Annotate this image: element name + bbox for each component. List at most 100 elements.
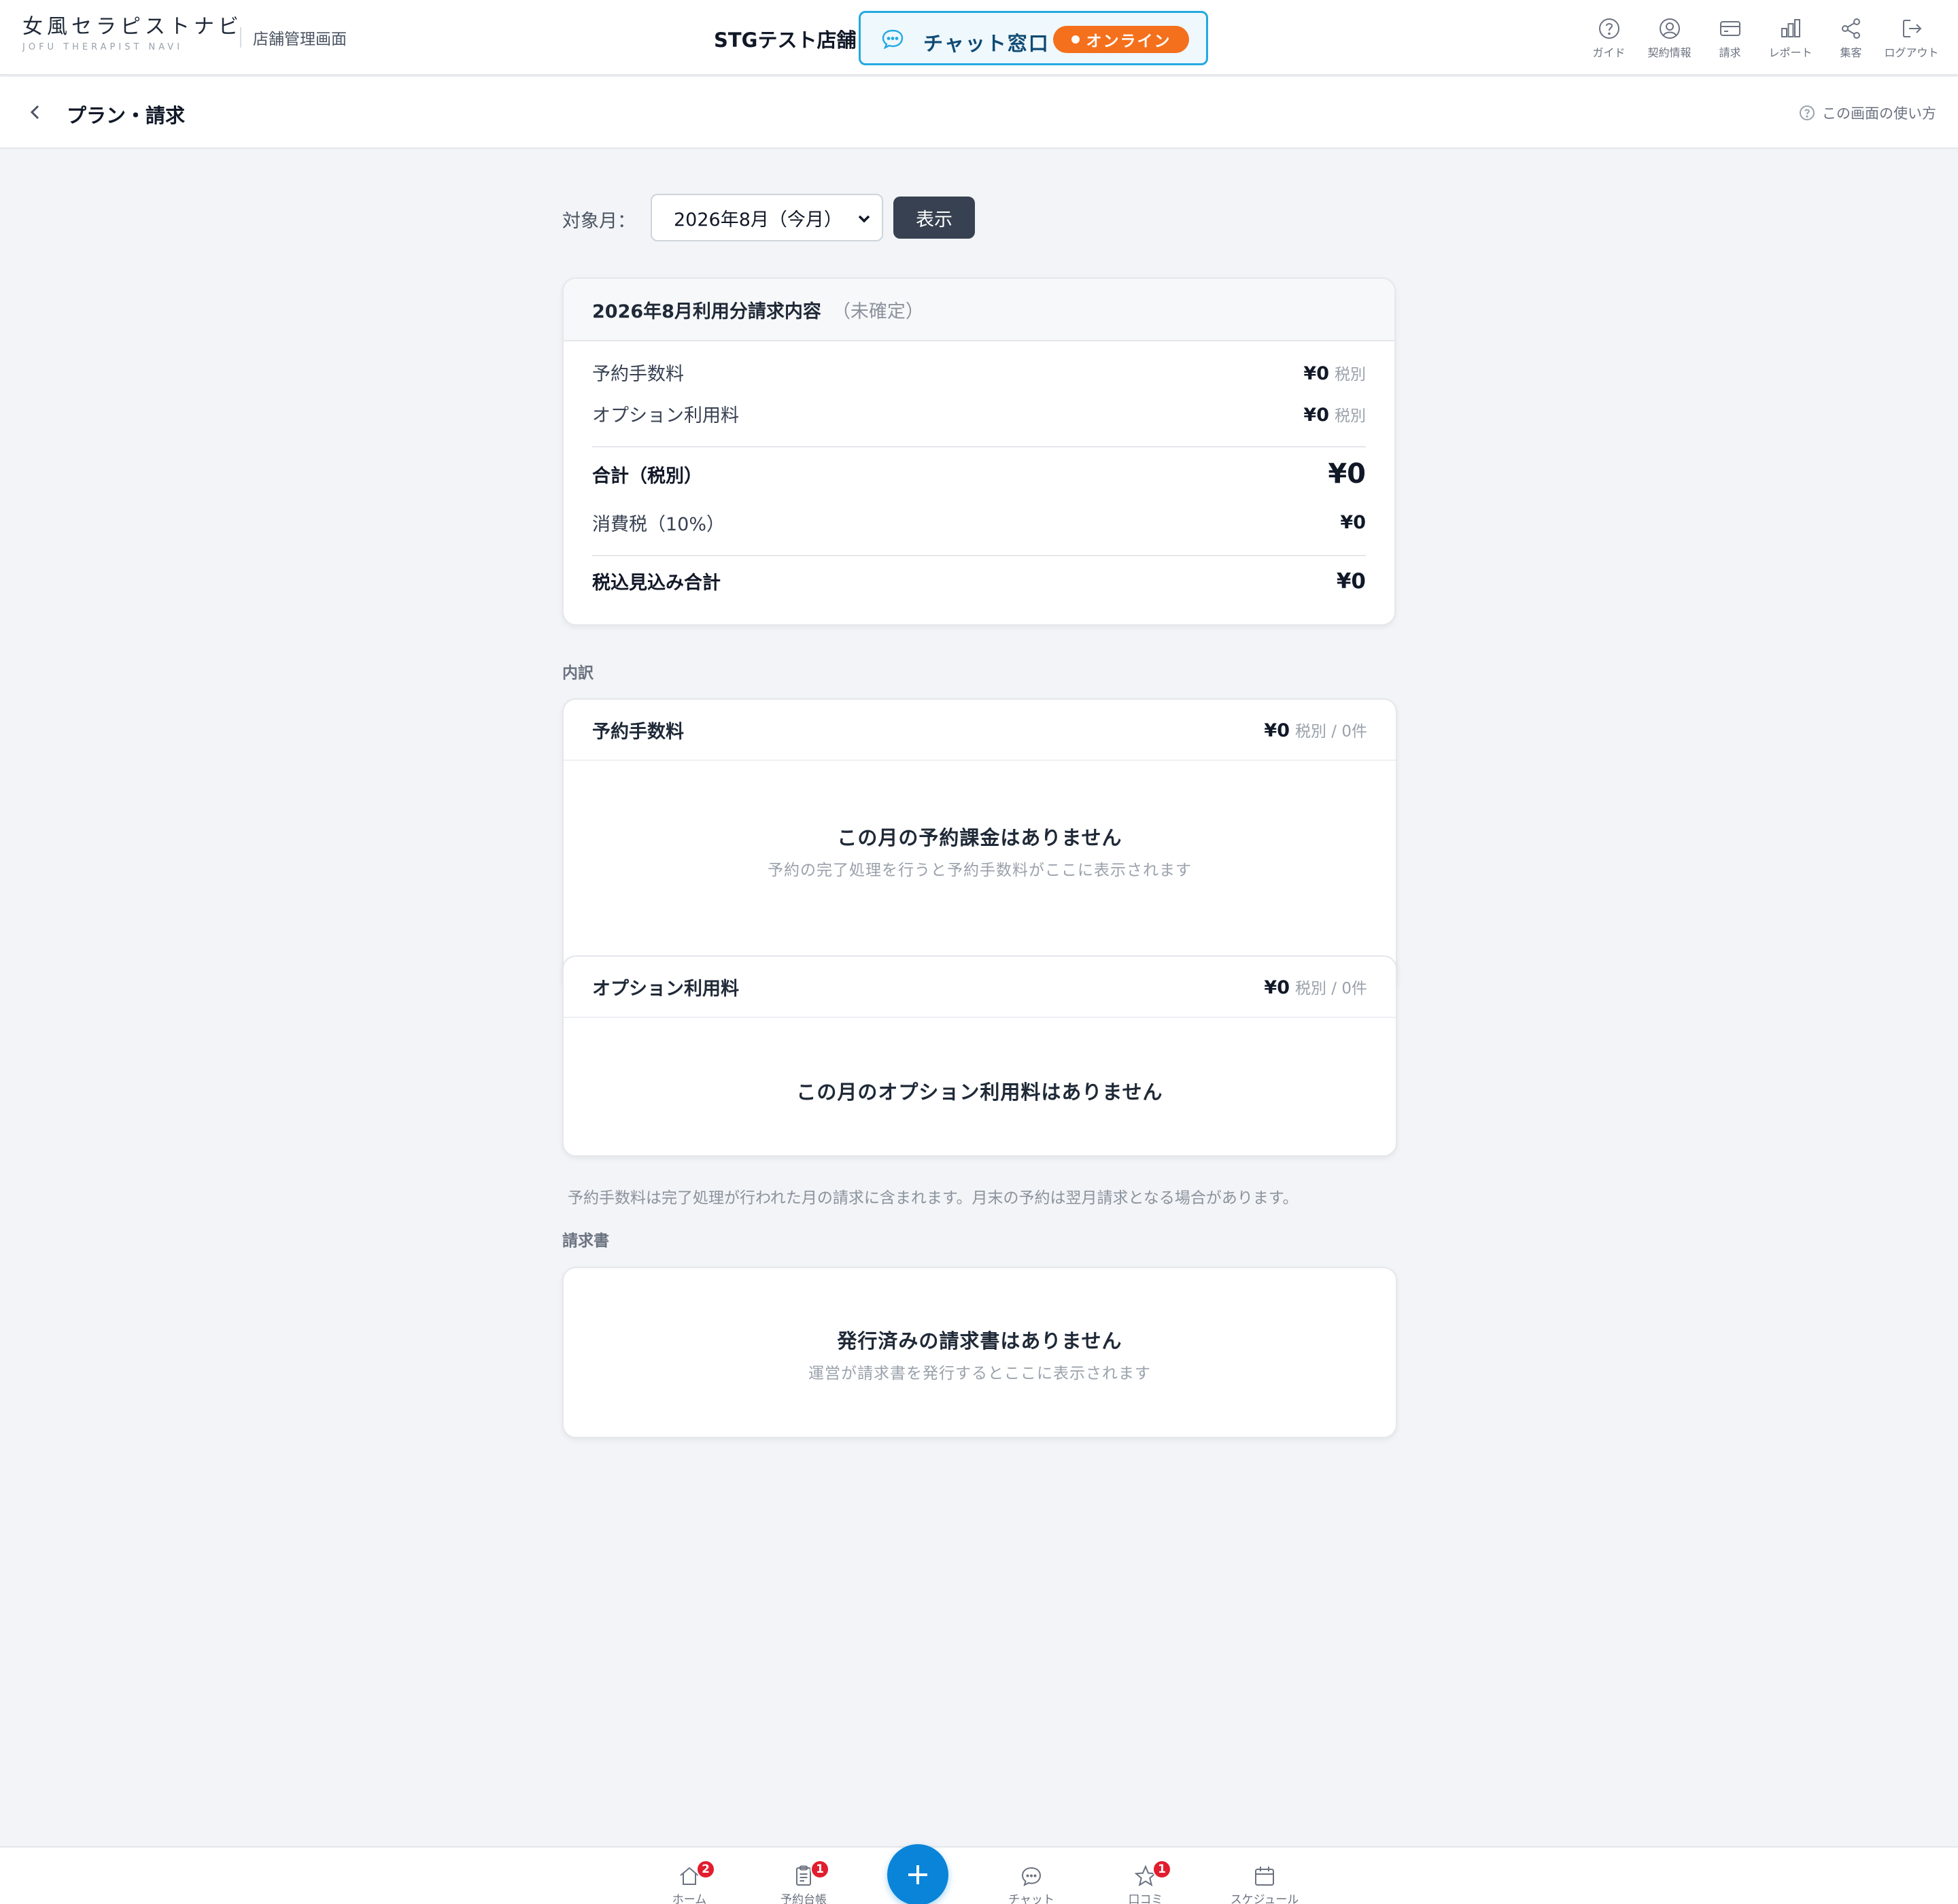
total-label: 税込見込み合計 [592, 573, 721, 594]
option-fee-header: オプション利用料 ¥0 税別 / 0件 [564, 957, 1396, 1018]
nav-contract[interactable]: 契約情報 [1639, 16, 1700, 60]
month-filter: 対象月： 2026年8月（今月） 表示 [562, 194, 1397, 241]
bottom-tab-bar: 2 ホーム 1 予約台帳 チャット 1 口コミ スケジュール [0, 1846, 1958, 1904]
summary-header: 2026年8月利用分請求内容 （未確定） [564, 279, 1394, 341]
nav-report[interactable]: レポート [1760, 16, 1821, 60]
tab-label: スケジュール [1230, 1893, 1299, 1904]
summary-status: （未確定） [831, 301, 924, 322]
tax-label: 消費税（10%） [592, 514, 725, 535]
header-nav: ガイド 契約情報 請求 レポート 集客 ログアウト [1579, 16, 1942, 60]
summary-title: 2026年8月利用分請求内容 [592, 301, 821, 322]
row-tax-note: 税別 [1335, 407, 1366, 425]
card-meta: 税別 / 0件 [1294, 723, 1367, 741]
summary-row-tax: 消費税（10%） ¥0 [592, 509, 1366, 536]
notification-badge: 1 [810, 1860, 829, 1879]
divider [592, 555, 1366, 556]
card-meta: 税別 / 0件 [1294, 980, 1367, 998]
page-title: プラン・請求 [67, 104, 186, 127]
empty-message: この月のオプション利用料はありません [796, 1081, 1163, 1104]
nav-billing[interactable]: 請求 [1700, 16, 1760, 60]
row-amount: ¥0 [1303, 362, 1329, 384]
section-label-invoices: 請求書 [562, 1232, 609, 1250]
tab-label: 予約台帳 [780, 1893, 827, 1904]
nav-logout[interactable]: ログアウト [1881, 16, 1942, 60]
notification-badge: 1 [1152, 1860, 1171, 1879]
subtotal-label: 合計（税別） [592, 465, 702, 487]
card-title: 予約手数料 [592, 721, 684, 743]
tab-reservations[interactable]: 1 予約台帳 [763, 1860, 844, 1904]
page-header: プラン・請求 この画面の使い方 [0, 77, 1958, 149]
tab-reviews[interactable]: 1 口コミ [1105, 1860, 1186, 1904]
nav-guide[interactable]: ガイド [1579, 16, 1639, 60]
subtotal-amount: ¥0 [1328, 458, 1366, 490]
tab-chat[interactable]: チャット [991, 1864, 1072, 1904]
tab-home[interactable]: 2 ホーム [649, 1860, 730, 1904]
chat-icon [1021, 1867, 1042, 1886]
top-header: 女風セラピストナビ JOFU THERAPIST NAVI 店舗管理画面 STG… [0, 0, 1958, 75]
billing-summary-card: 2026年8月利用分請求内容 （未確定） 予約手数料 ¥0 税別 オプション利用料… [562, 277, 1396, 626]
month-select-value: 2026年8月（今月） [674, 209, 842, 231]
empty-submessage: 予約の完了処理を行うと予約手数料がここに表示されます [768, 862, 1192, 879]
admin-label: 店舗管理画面 [253, 31, 347, 48]
status-dot-icon [1071, 35, 1080, 44]
empty-message: 発行済みの請求書はありません [837, 1329, 1122, 1353]
nav-label: ガイド [1592, 46, 1626, 59]
card-amount: ¥0 [1264, 720, 1290, 741]
plus-icon [908, 1865, 927, 1884]
invoices-card: 発行済みの請求書はありません 運営が請求書を発行するとここに表示されます [562, 1267, 1397, 1438]
total-amount: ¥0 [1336, 568, 1366, 594]
chevron-down-icon [856, 210, 872, 226]
tab-label: ホーム [672, 1893, 707, 1904]
card-amount: ¥0 [1264, 977, 1290, 998]
month-label: 対象月： [562, 211, 636, 232]
logo-text: 女風セラピストナビ [22, 15, 243, 39]
row-amount: ¥0 [1303, 404, 1329, 426]
month-select[interactable]: 2026年8月（今月） [651, 194, 883, 241]
nav-label: 契約情報 [1647, 46, 1691, 59]
help-link[interactable]: この画面の使い方 [1799, 103, 1936, 123]
row-label: オプション利用料 [592, 405, 739, 426]
summary-row-option: オプション利用料 ¥0 税別 [592, 401, 1366, 427]
logo[interactable]: 女風セラピストナビ JOFU THERAPIST NAVI [22, 14, 243, 52]
tab-schedule[interactable]: スケジュール [1224, 1864, 1305, 1904]
logout-icon [1902, 20, 1921, 37]
help-link-label: この画面の使い方 [1822, 105, 1936, 122]
bar-chart-icon [1781, 19, 1800, 37]
row-tax-note: 税別 [1335, 365, 1366, 384]
empty-message: この月の予約課金はありません [837, 826, 1122, 849]
empty-submessage: 運営が請求書を発行するとここに表示されます [808, 1365, 1151, 1382]
card-title: オプション利用料 [592, 978, 739, 1000]
nav-marketing[interactable]: 集客 [1821, 16, 1881, 60]
user-circle-icon [1659, 18, 1680, 39]
show-button[interactable]: 表示 [893, 197, 975, 239]
credit-card-icon [1719, 21, 1740, 36]
share-icon [1841, 18, 1860, 39]
breakdown-note: 予約手数料は完了処理が行われた月の請求に含まれます。月末の予約は翌月請求となる場… [568, 1189, 1299, 1207]
back-button[interactable] [24, 101, 46, 123]
add-button[interactable] [887, 1844, 948, 1904]
summary-row-total: 税込見込み合計 ¥0 [592, 568, 1366, 594]
help-circle-icon [1800, 105, 1815, 120]
divider [592, 446, 1366, 447]
booking-fee-card: 予約手数料 ¥0 税別 / 0件 この月の予約課金はありません 予約の完了処理を行… [562, 698, 1397, 991]
tab-label: チャット [1008, 1893, 1054, 1904]
tab-label: 口コミ [1128, 1893, 1163, 1904]
nav-label: 請求 [1719, 46, 1741, 59]
chat-window-button[interactable]: チャット窓口 オンライン [859, 11, 1208, 65]
store-name: STGテスト店舗 [714, 29, 857, 52]
summary-row-subtotal: 合計（税別） ¥0 [592, 458, 1366, 490]
option-fee-card: オプション利用料 ¥0 税別 / 0件 この月のオプション利用料はありません [562, 955, 1397, 1157]
nav-label: ログアウト [1884, 46, 1939, 59]
help-circle-icon [1598, 18, 1619, 39]
chevron-left-icon [30, 105, 39, 120]
nav-label: 集客 [1840, 46, 1862, 59]
online-status-badge: オンライン [1053, 26, 1189, 53]
online-status-text: オンライン [1086, 33, 1171, 50]
main-content: 対象月： 2026年8月（今月） 表示 2026年8月利用分請求内容 （未確定）… [562, 194, 1397, 1438]
chat-bubble-icon [881, 29, 904, 50]
logo-subtext: JOFU THERAPIST NAVI [22, 42, 184, 52]
booking-fee-header: 予約手数料 ¥0 税別 / 0件 [564, 700, 1396, 761]
notification-badge: 2 [696, 1860, 715, 1879]
calendar-icon [1255, 1867, 1274, 1886]
chat-window-label: チャット窓口 [923, 32, 1050, 55]
